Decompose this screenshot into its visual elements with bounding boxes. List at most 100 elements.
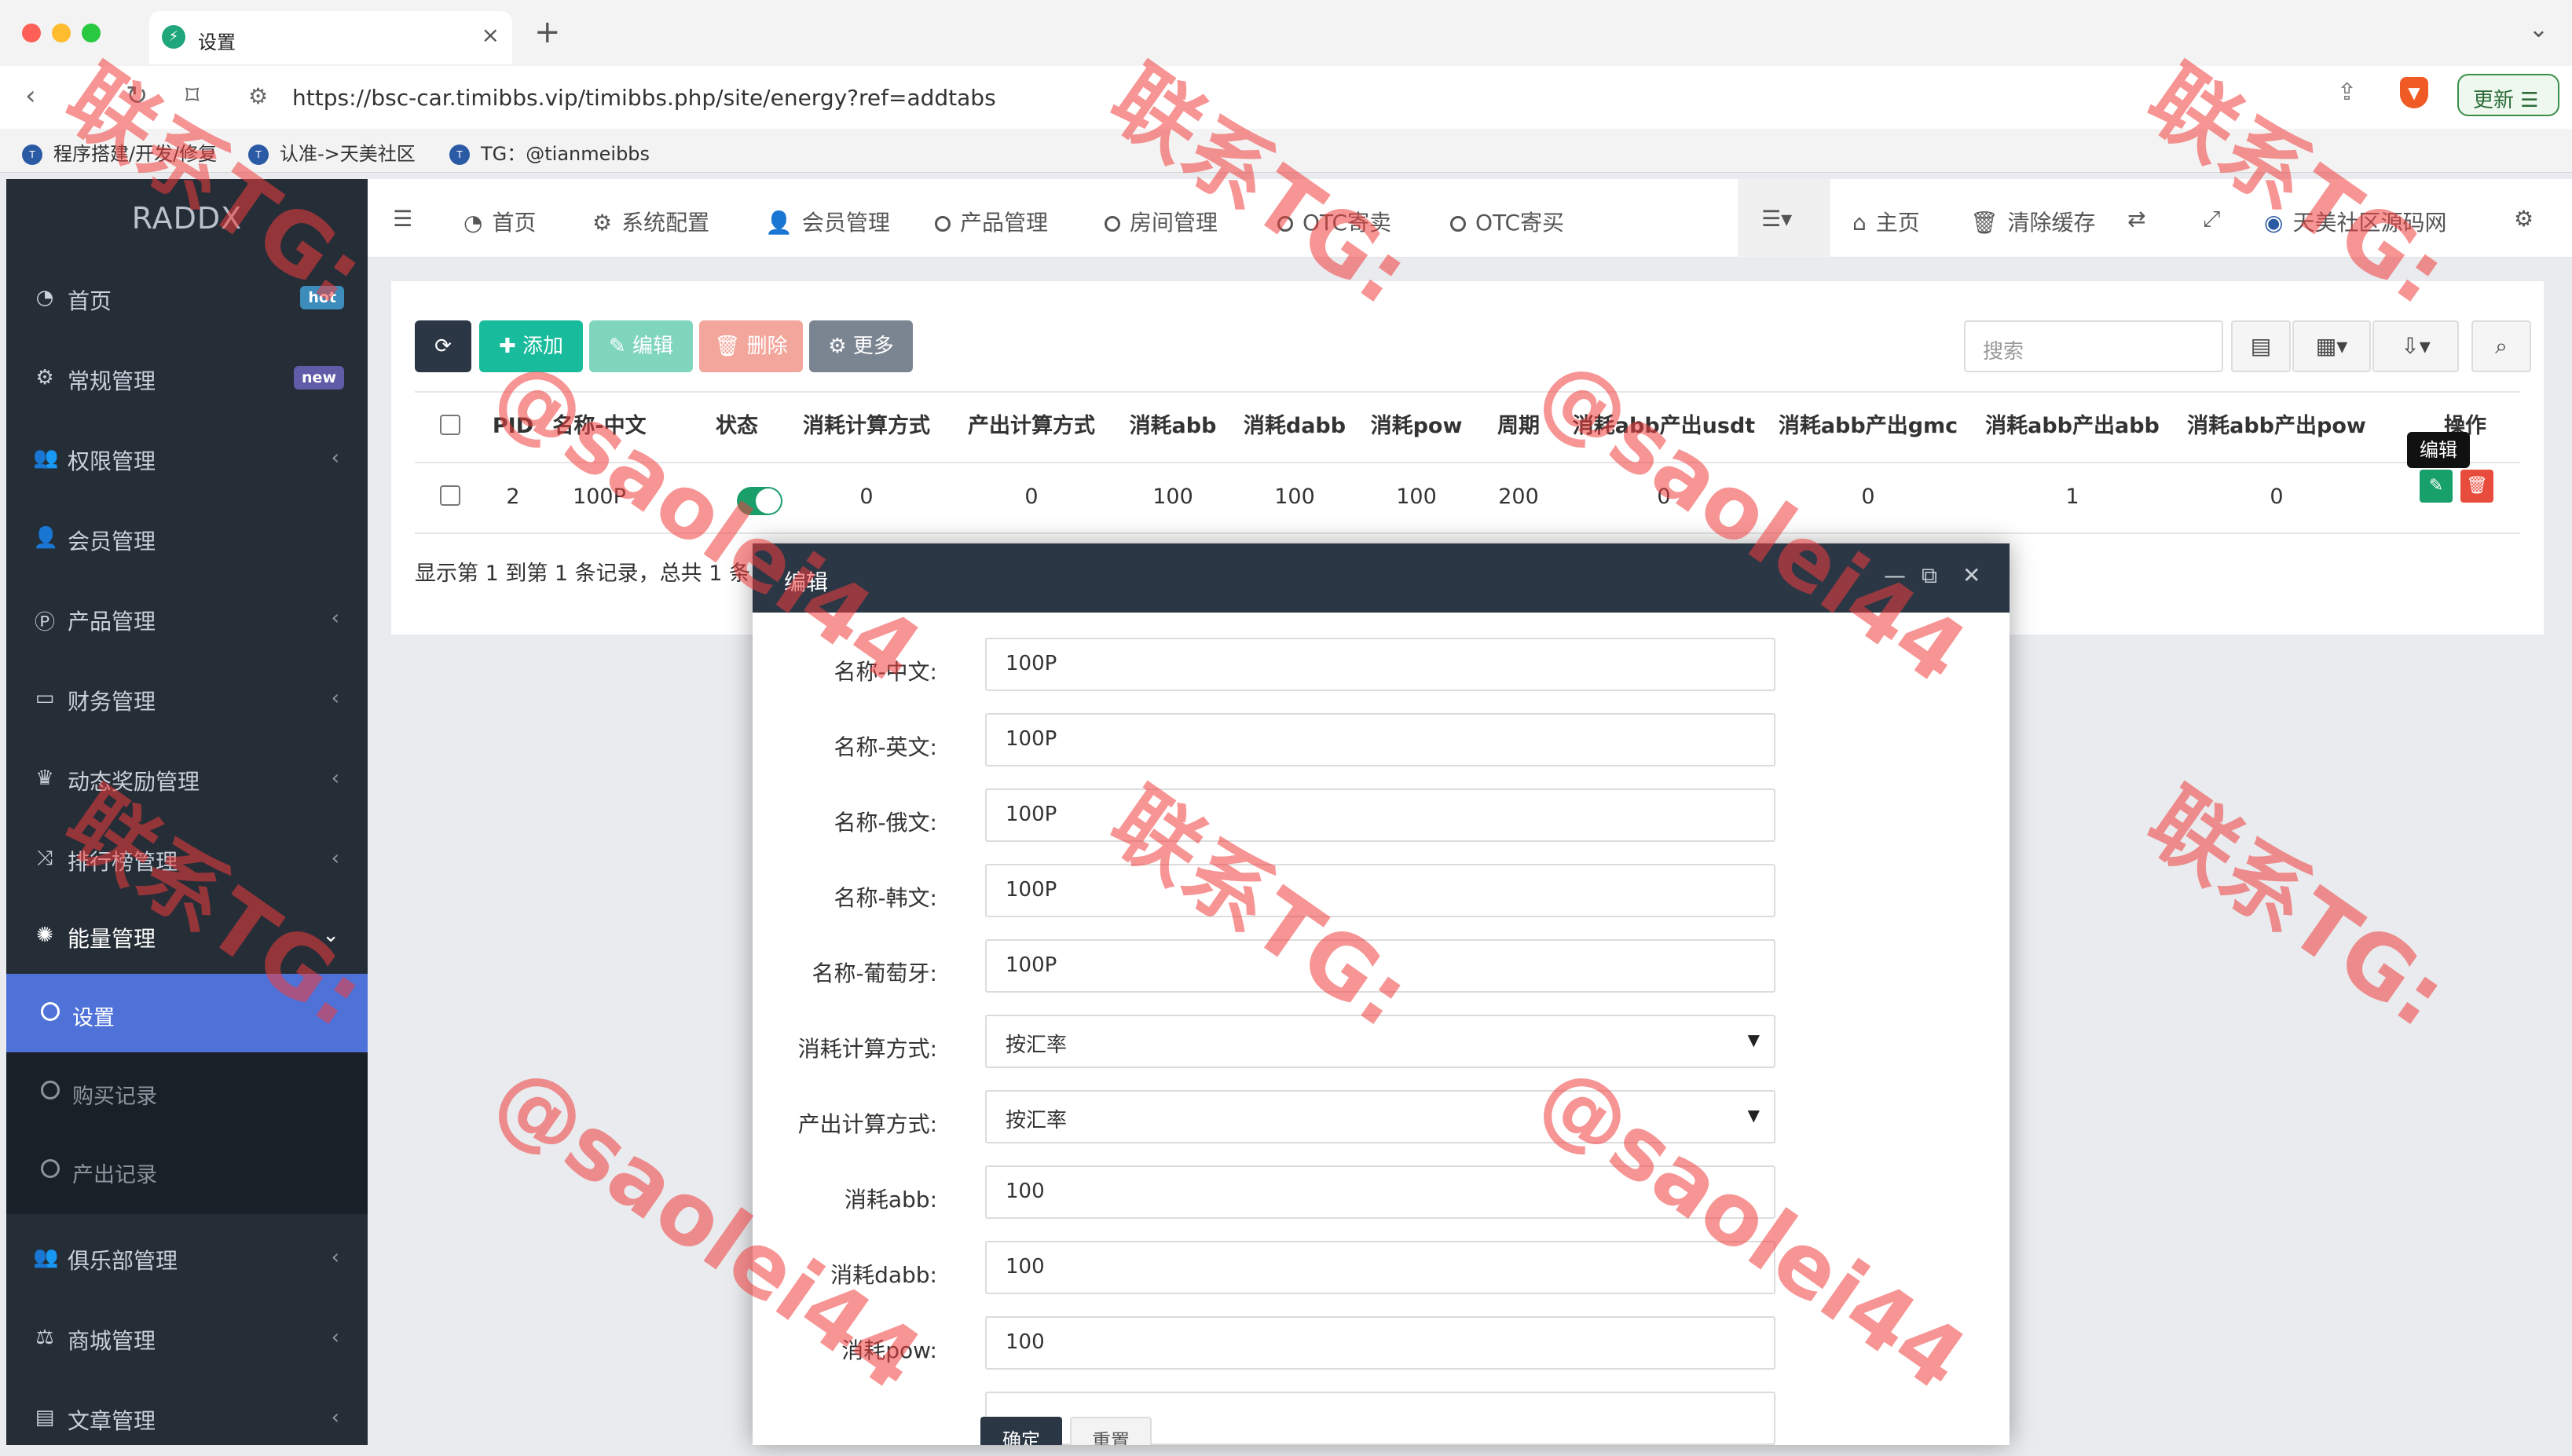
consume-mode-select[interactable]: 按汇率 ▼ xyxy=(985,1015,1775,1068)
column-header[interactable]: 消耗计算方式 xyxy=(784,391,949,462)
column-header[interactable]: 名称-中文 xyxy=(540,391,658,462)
column-header[interactable]: 消耗abb产出pow xyxy=(2174,391,2379,462)
column-header[interactable]: PID xyxy=(485,391,540,462)
topnav-item-home[interactable]: ◔ 首页 xyxy=(463,206,536,237)
browser-tab[interactable]: ⚡ 设置 × xyxy=(149,11,512,64)
status-toggle[interactable] xyxy=(737,487,782,515)
tabs-dropdown-button[interactable]: ☰▾ xyxy=(1738,179,1830,258)
column-header[interactable]: 消耗abb产出gmc xyxy=(1766,391,1970,462)
url-text[interactable]: https://bsc-car.timibbs.vip/timibbs.php/… xyxy=(292,85,996,111)
bookmark-item[interactable]: T 程序搭建/开发/修复 xyxy=(22,138,217,166)
tab-list-chevron-icon[interactable]: ⌄ xyxy=(2529,16,2548,43)
reset-button[interactable]: 重置 xyxy=(1070,1417,1152,1445)
consume-dabb-input[interactable]: 100 xyxy=(985,1241,1775,1294)
row-checkbox[interactable] xyxy=(440,485,460,506)
sidebar-item-finance[interactable]: ▭ 财务管理 ‹ xyxy=(6,658,368,737)
consume-abb-input[interactable]: 100 xyxy=(985,1165,1775,1219)
column-header[interactable]: 消耗dabb xyxy=(1232,391,1357,462)
submenu-item-settings[interactable]: 设置 xyxy=(6,974,368,1052)
chevron-left-icon: ‹ xyxy=(331,766,339,790)
confirm-button[interactable]: 确定 xyxy=(980,1417,1062,1445)
name-zh-input[interactable]: 100P xyxy=(985,638,1775,691)
app-logo[interactable]: RADDX xyxy=(6,179,368,258)
delete-button[interactable]: 🗑 删除 xyxy=(699,320,803,372)
sidebar-item-energy[interactable]: ✺ 能量管理 ⌄ xyxy=(6,895,368,974)
new-tab-button[interactable]: + xyxy=(534,14,561,50)
name-ru-input[interactable]: 100P xyxy=(985,788,1775,842)
brave-shield-icon[interactable]: ▼ xyxy=(2400,77,2428,108)
reload-icon[interactable]: ↻ xyxy=(126,80,148,112)
close-window-button[interactable] xyxy=(22,24,41,42)
topnav-item-products[interactable]: 产品管理 xyxy=(935,206,1048,237)
topnav-item-members[interactable]: 👤 会员管理 xyxy=(765,206,890,237)
topnav-label: 天美社区源码网 xyxy=(2292,210,2447,236)
translate-icon[interactable]: ⇄ xyxy=(2127,206,2145,232)
sidebar-item-articles[interactable]: ▤ 文章管理 ‹ xyxy=(6,1377,368,1456)
row-delete-button[interactable]: 🗑 xyxy=(2460,470,2493,503)
minimize-window-button[interactable] xyxy=(52,24,71,42)
refresh-button[interactable]: ⟳ xyxy=(415,320,471,372)
settings-gears-icon[interactable]: ⚙ xyxy=(2514,206,2534,232)
address-bar[interactable]: ⚙ https://bsc-car.timibbs.vip/timibbs.ph… xyxy=(236,74,2404,121)
name-ko-input[interactable]: 100P xyxy=(985,864,1775,917)
tab-close-icon[interactable]: × xyxy=(482,22,500,48)
share-icon[interactable]: ⇪ xyxy=(2337,79,2357,106)
topnav-item-community[interactable]: ◉ 天美社区源码网 xyxy=(2264,206,2446,237)
row-edit-button[interactable]: ✎ xyxy=(2420,470,2453,503)
add-button[interactable]: ✚ 添加 xyxy=(479,320,583,372)
column-header[interactable]: 周期 xyxy=(1475,391,1562,462)
topnav-item-rooms[interactable]: 房间管理 xyxy=(1105,206,1218,237)
sidebar-item-permissions[interactable]: 👥 权限管理 ‹ xyxy=(6,418,368,496)
maximize-window-button[interactable] xyxy=(82,24,101,42)
maximize-icon[interactable]: ⧉ xyxy=(1922,562,1937,589)
submenu-item-output-records[interactable]: 产出记录 xyxy=(6,1131,368,1209)
consume-pow-input[interactable]: 100 xyxy=(985,1316,1775,1370)
sidebar-item-mall[interactable]: ⚖ 商城管理 ‹ xyxy=(6,1297,368,1376)
chevron-left-icon: ‹ xyxy=(331,1246,339,1269)
sidebar-item-club[interactable]: 👥 俱乐部管理 ‹ xyxy=(6,1217,368,1296)
sidebar-toggle-icon[interactable]: ☰ xyxy=(393,206,412,232)
select-all-checkbox[interactable] xyxy=(440,415,460,435)
topnav-item-otc-sell[interactable]: OTC寄卖 xyxy=(1277,206,1391,237)
name-en-input[interactable]: 100P xyxy=(985,713,1775,766)
sidebar-item-general[interactable]: ⚙ 常规管理 new xyxy=(6,338,368,416)
more-button[interactable]: ⚙ 更多 xyxy=(809,320,913,372)
column-header[interactable]: 消耗abb产出abb xyxy=(1970,391,2174,462)
column-header[interactable]: 产出计算方式 xyxy=(949,391,1114,462)
submenu-item-purchase-records[interactable]: 购买记录 xyxy=(6,1052,368,1131)
topnav-item-system-config[interactable]: ⚙ 系统配置 xyxy=(592,206,709,237)
club-icon: 👥 xyxy=(33,1246,59,1269)
back-icon[interactable]: ‹ xyxy=(25,80,36,112)
topnav-item-clear-cache[interactable]: 🗑 清除缓存 xyxy=(1970,206,2096,237)
output-mode-select[interactable]: 按汇率 ▼ xyxy=(985,1090,1775,1143)
minimize-icon[interactable]: — xyxy=(1884,562,1906,588)
cell-consume-mode: 0 xyxy=(859,485,874,509)
update-button[interactable]: 更新 ☰ xyxy=(2457,74,2559,116)
site-settings-icon[interactable]: ⚙ xyxy=(248,83,268,109)
edit-button[interactable]: ✎ 编辑 xyxy=(589,320,693,372)
close-icon[interactable]: ✕ xyxy=(1962,562,1980,588)
column-header[interactable]: 消耗abb产出usdt xyxy=(1562,391,1766,462)
bookmark-item[interactable]: T TG：@tianmeibbs xyxy=(449,138,650,166)
form-row xyxy=(753,1392,2010,1445)
columns-button[interactable]: ▦▾ xyxy=(2292,320,2371,372)
export-button[interactable]: ⇩▾ xyxy=(2372,320,2459,372)
search-input[interactable]: 搜索 xyxy=(1964,320,2223,372)
topnav-item-homepage[interactable]: ⌂ 主页 xyxy=(1852,206,1920,237)
sidebar-item-rewards[interactable]: ♛ 动态奖励管理 ‹ xyxy=(6,738,368,817)
bookmark-icon[interactable]: ⌑ xyxy=(185,80,199,112)
select-value: 按汇率 xyxy=(1006,1109,1068,1132)
fullscreen-icon[interactable]: ⤢ xyxy=(2203,206,2220,232)
topnav-item-otc-buy[interactable]: OTC寄买 xyxy=(1450,206,1564,237)
column-header[interactable]: 消耗pow xyxy=(1357,391,1475,462)
column-header[interactable]: 状态 xyxy=(690,391,784,462)
toggle-view-button[interactable]: ▤ xyxy=(2231,320,2291,372)
column-header[interactable]: 消耗abb xyxy=(1114,391,1232,462)
sidebar-item-members[interactable]: 👤 会员管理 xyxy=(6,498,368,576)
search-button[interactable]: ⌕ xyxy=(2471,320,2531,372)
sidebar-item-home[interactable]: ◔ 首页 hot xyxy=(6,258,368,336)
sidebar-item-leaderboard[interactable]: ⤨ 排行榜管理 ‹ xyxy=(6,818,368,897)
sidebar-item-products[interactable]: Ⓟ 产品管理 ‹ xyxy=(6,578,368,657)
name-pt-input[interactable]: 100P xyxy=(985,939,1775,993)
bookmark-item[interactable]: T 认准->天美社区 xyxy=(248,138,416,166)
